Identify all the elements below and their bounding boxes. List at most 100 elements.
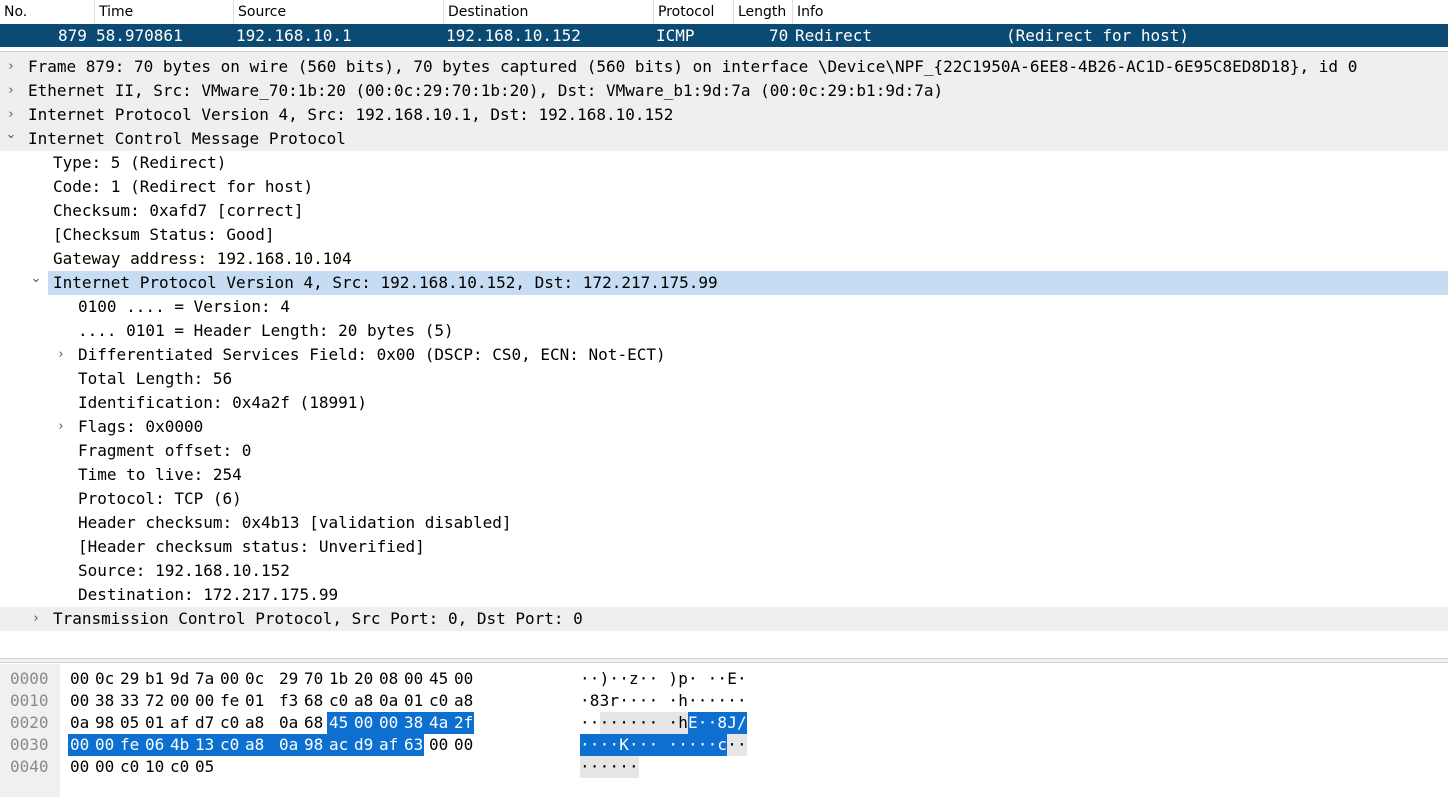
hex-byte[interactable]: 00	[454, 668, 473, 690]
expand-arrow-icon[interactable]: ›	[53, 343, 69, 367]
hex-byte[interactable]: 45	[429, 668, 448, 690]
hex-byte[interactable]: 13	[195, 734, 214, 756]
ascii-char[interactable]: ·	[649, 712, 659, 734]
hex-byte[interactable]: d9	[354, 734, 373, 756]
ascii-char[interactable]: ·	[590, 734, 600, 756]
ascii-char[interactable]: ·	[609, 668, 619, 690]
ascii-char[interactable]: ·	[639, 734, 649, 756]
tree-item-header-length[interactable]: .... 0101 = Header Length: 20 bytes (5)	[0, 319, 1448, 343]
hex-byte[interactable]: 05	[195, 756, 214, 778]
ascii-char[interactable]: ·	[708, 668, 718, 690]
ascii-char[interactable]: ·	[629, 690, 639, 712]
hex-byte[interactable]: 0c	[95, 668, 114, 690]
hex-byte[interactable]: 33	[120, 690, 139, 712]
hex-byte[interactable]: a8	[245, 734, 264, 756]
ascii-char[interactable]: ·	[649, 734, 659, 756]
hex-byte[interactable]: 68	[304, 690, 323, 712]
hex-byte[interactable]: 00	[354, 712, 373, 734]
tree-item-icmp-type[interactable]: Type: 5 (Redirect)	[0, 151, 1448, 175]
column-header-time[interactable]: Time	[94, 0, 233, 24]
ascii-char[interactable]: h	[678, 712, 688, 734]
ascii-char[interactable]: ·	[639, 712, 649, 734]
ascii-char[interactable]: ·	[629, 712, 639, 734]
ascii-char[interactable]: ·	[708, 690, 718, 712]
hex-row[interactable]: 0020 0a 98 05 01 af d7 c0 a8 0a 68 45 00 00 38 4a 2f · · · ·…	[0, 712, 1448, 734]
hex-row[interactable]: 0040 00 00 c0 10 c0 05 · · · · · ·	[0, 756, 1448, 778]
hex-byte[interactable]: 01	[245, 690, 264, 712]
ascii-char[interactable]: )	[600, 668, 610, 690]
tree-item-tcp[interactable]: › Transmission Control Protocol, Src Por…	[0, 607, 1448, 631]
hex-byte[interactable]: 00	[95, 734, 114, 756]
tree-item-ethernet[interactable]: › Ethernet II, Src: VMware_70:1b:20 (00:…	[0, 79, 1448, 103]
tree-item-ipv4-outer[interactable]: › Internet Protocol Version 4, Src: 192.…	[0, 103, 1448, 127]
tree-item-header-checksum[interactable]: Header checksum: 0x4b13 [validation disa…	[0, 511, 1448, 535]
hex-byte[interactable]: 98	[304, 734, 323, 756]
tree-item-ttl[interactable]: Time to live: 254	[0, 463, 1448, 487]
hex-byte[interactable]: c0	[329, 690, 348, 712]
tree-item-destination[interactable]: Destination: 172.217.175.99	[0, 583, 1448, 607]
ascii-char[interactable]: ·	[688, 734, 698, 756]
ascii-char[interactable]: ·	[688, 668, 698, 690]
tree-item-ipv4-inner[interactable]: ⌄ Internet Protocol Version 4, Src: 192.…	[0, 271, 1448, 295]
tree-item-checksum-status[interactable]: [Checksum Status: Good]	[0, 223, 1448, 247]
hex-byte[interactable]: 00	[70, 756, 89, 778]
tree-item-source[interactable]: Source: 192.168.10.152	[0, 559, 1448, 583]
ascii-char[interactable]: ·	[737, 690, 747, 712]
ascii-char[interactable]: ·	[698, 712, 708, 734]
ascii-char[interactable]: z	[629, 668, 639, 690]
hex-byte[interactable]: fe	[220, 690, 239, 712]
tree-item-total-length[interactable]: Total Length: 56	[0, 367, 1448, 391]
packet-row-selected[interactable]: 879 58.970861 192.168.10.1 192.168.10.15…	[0, 24, 1448, 47]
ascii-char[interactable]: ·	[639, 690, 649, 712]
hex-byte[interactable]: 01	[404, 690, 423, 712]
collapse-arrow-icon[interactable]: ⌄	[3, 123, 19, 147]
hex-byte[interactable]: 01	[145, 712, 164, 734]
hex-byte[interactable]: c0	[220, 734, 239, 756]
ascii-char[interactable]: ·	[609, 734, 619, 756]
ascii-char[interactable]: ·	[609, 712, 619, 734]
hex-byte[interactable]: 9d	[170, 668, 189, 690]
ascii-char[interactable]: ·	[737, 668, 747, 690]
hex-byte[interactable]: 0c	[245, 668, 264, 690]
ascii-char[interactable]: 8	[717, 712, 727, 734]
ascii-char[interactable]: ·	[600, 756, 610, 778]
tree-item-dsfield[interactable]: › Differentiated Services Field: 0x00 (D…	[0, 343, 1448, 367]
ascii-char[interactable]: ·	[580, 712, 590, 734]
collapse-arrow-icon[interactable]: ⌄	[28, 267, 44, 291]
hex-row[interactable]: 0000 00 0c 29 b1 9d 7a 00 0c 29 70 1b 20 08 00 45 00 · ·) ·…	[0, 668, 1448, 690]
ascii-char[interactable]: /	[737, 712, 747, 734]
column-header-source[interactable]: Source	[233, 0, 443, 24]
ascii-char[interactable]: ·	[708, 734, 718, 756]
ascii-char[interactable]: ·	[717, 690, 727, 712]
hex-byte[interactable]: 00	[95, 756, 114, 778]
hex-byte[interactable]: 00	[70, 734, 89, 756]
hex-byte[interactable]: 00	[195, 690, 214, 712]
hex-byte[interactable]: c0	[220, 712, 239, 734]
hex-byte[interactable]: c0	[170, 756, 189, 778]
ascii-char[interactable]: ·	[688, 690, 698, 712]
ascii-char[interactable]: ·	[727, 734, 737, 756]
ascii-char[interactable]: ·	[629, 734, 639, 756]
hex-byte[interactable]: 0a	[279, 712, 298, 734]
hex-byte[interactable]: c0	[429, 690, 448, 712]
tree-item-frame[interactable]: › Frame 879: 70 bytes on wire (560 bits)…	[0, 55, 1448, 79]
ascii-char[interactable]: ·	[580, 668, 590, 690]
column-header-no[interactable]: No.	[0, 0, 94, 24]
ascii-char[interactable]: ·	[580, 756, 590, 778]
ascii-char[interactable]: r	[609, 690, 619, 712]
expand-arrow-icon[interactable]: ›	[3, 79, 19, 103]
hex-row[interactable]: 0030 00 00 fe 06 4b 13 c0 a8 0a 98 ac d9 af 63 00 00 · · · ·…	[0, 734, 1448, 756]
ascii-char[interactable]: ·	[717, 668, 727, 690]
hex-byte[interactable]: 00	[70, 690, 89, 712]
tree-item-fragment-offset[interactable]: Fragment offset: 0	[0, 439, 1448, 463]
hex-byte[interactable]: 70	[304, 668, 323, 690]
tree-item-icmp-checksum[interactable]: Checksum: 0xafd7 [correct]	[0, 199, 1448, 223]
tree-item-protocol[interactable]: Protocol: TCP (6)	[0, 487, 1448, 511]
ascii-char[interactable]: ·	[619, 756, 629, 778]
ascii-char[interactable]: ·	[708, 712, 718, 734]
hex-byte[interactable]: 10	[145, 756, 164, 778]
expand-arrow-icon[interactable]: ›	[28, 607, 44, 631]
ascii-char[interactable]: ·	[619, 668, 629, 690]
ascii-char[interactable]: ·	[590, 712, 600, 734]
hex-byte[interactable]: d7	[195, 712, 214, 734]
